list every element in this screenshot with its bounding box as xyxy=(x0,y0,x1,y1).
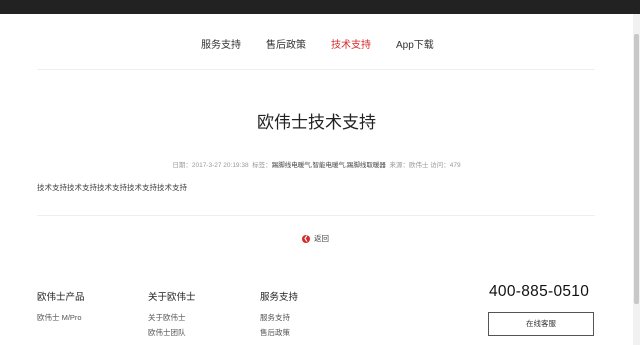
back-label: 返回 xyxy=(314,234,329,243)
footer-col-service: 服务支持 服务支持 售后政策 xyxy=(260,289,299,337)
subnav-app-download[interactable]: App下载 xyxy=(396,36,434,51)
visits-label: 访问： xyxy=(430,162,450,169)
divider xyxy=(37,215,595,216)
hotline-phone: 400-885-0510 xyxy=(489,283,590,300)
subnav-tech-support[interactable]: 技术支持 xyxy=(331,36,371,51)
footer-link[interactable]: 售后政策 xyxy=(260,327,290,338)
article-meta: 日期：2017-3-27 20:19:38 标签：踢脚线电暖气,智能电暖气,踢脚… xyxy=(0,159,633,169)
footer-link[interactable]: 欧伟士团队 xyxy=(148,327,186,338)
footer-col-products: 欧伟士产品 欧伟士 M/Pro xyxy=(37,289,85,322)
subnav-after-sales-policy[interactable]: 售后政策 xyxy=(266,36,306,51)
article-visits: 479 xyxy=(449,162,461,169)
online-service-button[interactable]: 在线客服 xyxy=(488,312,594,336)
divider xyxy=(37,69,595,70)
footer-link[interactable]: 服务支持 xyxy=(260,312,290,323)
article-tags[interactable]: 踢脚线电暖气,智能电暖气,踢脚线取暖器 xyxy=(272,162,386,169)
article-date: 2017-3-27 20:19:38 xyxy=(191,162,249,169)
page-scrollbar[interactable] xyxy=(633,14,640,345)
date-label: 日期： xyxy=(172,162,192,169)
footer-col-about: 关于欧伟士 关于欧伟士 欧伟士团队 xyxy=(148,289,196,337)
arrow-left-icon: ❮ xyxy=(302,235,310,244)
footer-heading: 欧伟士产品 xyxy=(37,292,85,303)
footer-link[interactable]: 关于欧伟士 xyxy=(148,312,186,323)
footer-link[interactable]: 欧伟士 M/Pro xyxy=(37,312,82,323)
subnav-service-support[interactable]: 服务支持 xyxy=(201,36,241,51)
back-link[interactable]: ❮ 返回 xyxy=(302,233,329,244)
footer-heading: 关于欧伟士 xyxy=(148,292,196,303)
article-source: 欧伟士 xyxy=(408,162,429,169)
sub-navigation: 服务支持 售后政策 技术支持 App下载 xyxy=(0,30,633,54)
tags-label: 标签： xyxy=(252,162,272,169)
article-body: 技术支持技术支持技术支持技术支持技术支持 xyxy=(37,183,187,192)
top-header-bar xyxy=(0,0,640,14)
source-label: 来源： xyxy=(389,162,409,169)
scrollbar-thumb[interactable] xyxy=(634,34,639,304)
footer-heading: 服务支持 xyxy=(260,292,299,303)
article-title: 欧伟士技术支持 xyxy=(257,113,376,132)
